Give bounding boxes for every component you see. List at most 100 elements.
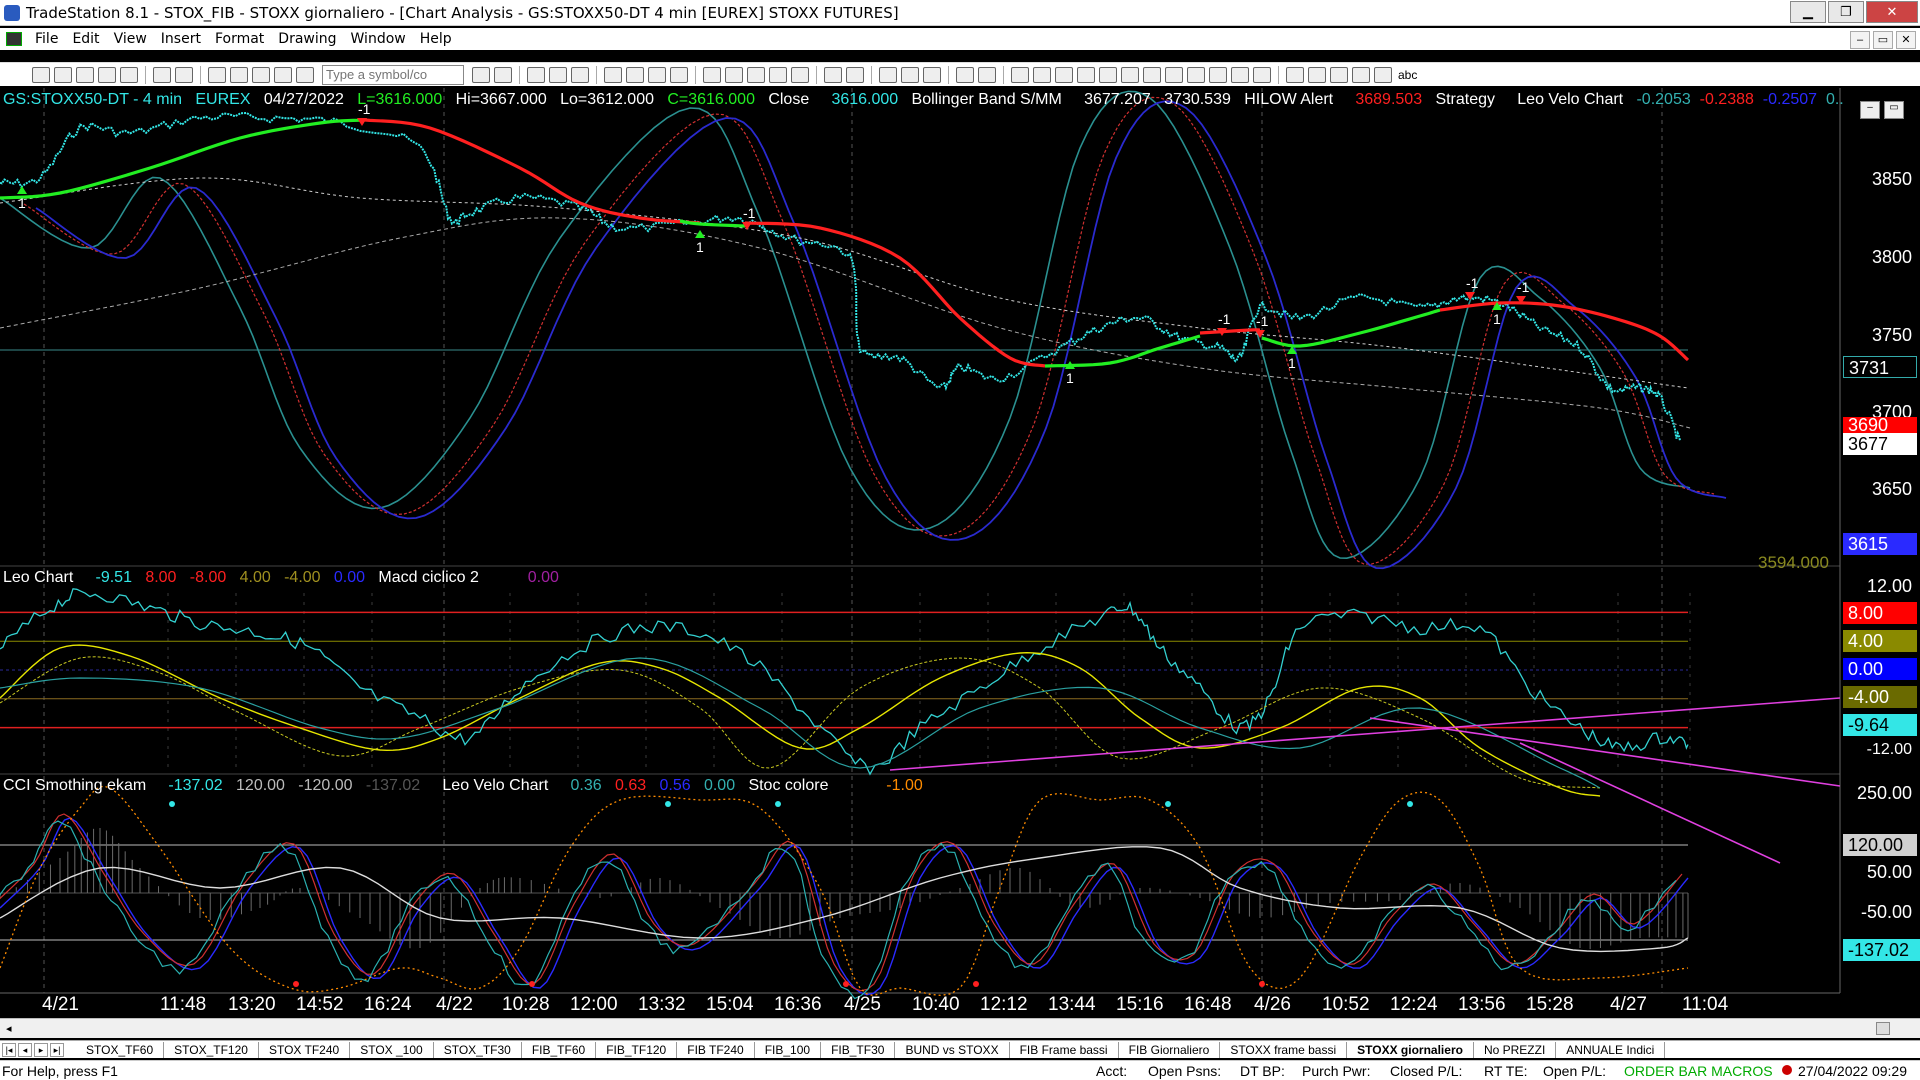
copy-icon[interactable] [230,66,248,83]
trendline-icon[interactable] [1011,66,1029,83]
line-chart-icon[interactable] [747,66,765,83]
rectangle-icon[interactable] [1374,66,1392,83]
tab-fib-100[interactable]: FIB_100 [755,1041,822,1058]
scroll-thumb[interactable] [1876,1022,1890,1035]
cut-icon[interactable] [208,66,226,83]
tab-stox-tf60[interactable]: STOX_TF60 [76,1041,165,1058]
tab-stox-100[interactable]: STOX _100 [350,1041,434,1058]
chart-analysis-window[interactable]: 1 -1 1 -1 1 -1 -1 1 -1 1 -1 GS:STOXX50-DT - 4 min … [0,88,1920,1024]
mdi-restore-button[interactable]: ▭ [1873,31,1893,49]
matrix-icon[interactable] [571,66,589,83]
text-tool-icon[interactable]: abc [1398,68,1417,82]
menu-help[interactable]: Help [413,31,459,47]
tab-stox-tf240[interactable]: STOX TF240 [259,1041,351,1058]
minimize-button[interactable]: ▁ [1790,1,1826,23]
candle-icon[interactable] [725,66,743,83]
tab-fib-tf120[interactable]: FIB_TF120 [596,1041,678,1058]
tab-next-icon[interactable]: ▸ [34,1042,48,1057]
lock-icon[interactable] [274,66,292,83]
menu-format[interactable]: Format [208,31,271,47]
paste-icon[interactable] [252,66,270,83]
tab-fib-tf60[interactable]: FIB_TF60 [522,1041,597,1058]
radar-icon[interactable] [549,66,567,83]
crosshair-icon[interactable] [901,66,919,83]
time-zone-icon[interactable] [1231,66,1249,83]
menu-edit[interactable]: Edit [65,31,106,47]
tab-annuale-indici[interactable]: ANNUALE Indici [1556,1041,1666,1058]
folder-icon[interactable] [120,66,138,83]
document-icon[interactable] [6,32,22,46]
strategy-signal-label: 1 [1493,311,1501,327]
menu-view[interactable]: View [107,31,154,47]
maximize-button[interactable]: ❐ [1828,1,1864,23]
pane-restore-button[interactable]: ▭ [1884,101,1904,119]
tab-no-prezzi[interactable]: No PREZZI [1474,1041,1557,1058]
pointer-icon[interactable] [879,66,897,83]
ellipse-icon[interactable] [1352,66,1370,83]
speed-lines-icon[interactable] [1187,66,1205,83]
tab-bund-vs-stoxx[interactable]: BUND vs STOXX [895,1041,1010,1058]
pnf-icon[interactable] [769,66,787,83]
mdi-close-button[interactable]: ✕ [1896,31,1916,49]
bar-chart-icon[interactable] [703,66,721,83]
tab-stoxx-giornaliero[interactable]: STOXX giornaliero [1347,1041,1474,1058]
kagi-icon[interactable] [791,66,809,83]
tab-fib-tf30[interactable]: FIB_TF30 [821,1041,896,1058]
print-icon[interactable] [153,66,171,83]
horizontal-scrollbar[interactable]: ◂ [0,1018,1920,1038]
strategy-icon[interactable] [626,66,644,83]
lookup-icon[interactable] [494,66,512,83]
tab-stox-tf30[interactable]: STOX_TF30 [434,1041,522,1058]
angle-icon[interactable] [1099,66,1117,83]
tab-stoxx-frame-bassi[interactable]: STOXX frame bassi [1220,1041,1348,1058]
new-icon[interactable] [32,66,50,83]
pencil-icon[interactable] [1253,66,1271,83]
workspace-icon[interactable] [98,66,116,83]
toolbar-separator [948,65,949,84]
save-icon[interactable] [76,66,94,83]
tab-first-icon[interactable]: |◂ [2,1042,16,1057]
menu-drawing[interactable]: Drawing [271,31,343,47]
menu-file[interactable]: File [28,31,65,47]
horizontal-lines-icon[interactable] [1055,66,1073,83]
curve-icon[interactable] [1286,66,1304,83]
tab-fib-giornaliero[interactable]: FIB Giornaliero [1119,1041,1221,1058]
symbol-link-icon[interactable] [670,66,688,83]
up-arrow-icon[interactable] [1330,66,1348,83]
menu-insert[interactable]: Insert [154,31,208,47]
tab-fib-tf240[interactable]: FIB TF240 [677,1041,755,1058]
macro-icon[interactable] [978,66,996,83]
toolbar-separator [145,65,146,84]
tab-prev-icon[interactable]: ◂ [18,1042,32,1057]
status-macros[interactable]: ORDER BAR MACROS [1624,1063,1773,1079]
channel-icon[interactable] [1121,66,1139,83]
chart-window-icon[interactable] [527,66,545,83]
chart-canvas[interactable]: 1-11-11-1 -11-11-1 [0,88,1920,1024]
print-preview-icon[interactable] [175,66,193,83]
vertical-lines-icon[interactable] [1033,66,1051,83]
fib-icon[interactable] [1077,66,1095,83]
gann-icon[interactable] [1143,66,1161,83]
format-icon[interactable] [648,66,666,83]
menu-window[interactable]: Window [344,31,413,47]
tab-stox-tf120[interactable]: STOX_TF120 [164,1041,259,1058]
close-button[interactable]: ✕ [1866,1,1918,23]
mdi-minimize-button[interactable]: – [1850,31,1870,49]
play-icon[interactable] [472,66,490,83]
horizontal-arrow-icon[interactable] [1165,66,1183,83]
indicator-icon[interactable] [604,66,622,83]
scroll-left-icon[interactable]: ◂ [6,1022,12,1035]
globe-icon[interactable] [296,66,314,83]
tools-icon[interactable] [923,66,941,83]
time-tick-label: 15:04 [706,994,754,1015]
tab-fib-frame-bassi[interactable]: FIB Frame bassi [1010,1041,1119,1058]
tab-last-icon[interactable]: ▸| [50,1042,64,1057]
symbol-input[interactable] [322,64,464,85]
zoom-out-icon[interactable] [846,66,864,83]
zoom-in-icon[interactable] [824,66,842,83]
down-arrow-icon[interactable] [1308,66,1326,83]
pane-minimize-button[interactable]: – [1860,101,1880,119]
open-icon[interactable] [54,66,72,83]
order-bar-icon[interactable] [956,66,974,83]
arc-icon[interactable] [1209,66,1227,83]
